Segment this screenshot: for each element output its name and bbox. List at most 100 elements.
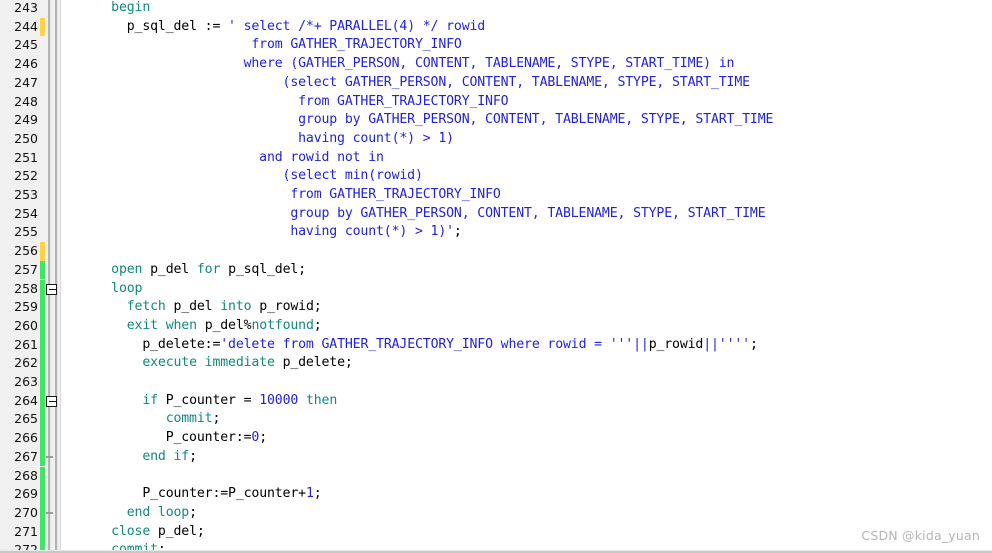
token-kw: open — [111, 261, 143, 277]
line-number: 253 — [14, 187, 38, 202]
change-bar-none — [40, 223, 45, 242]
code-line[interactable]: p_delete:='delete from GATHER_TRAJECTORY… — [61, 336, 758, 355]
change-bar-added — [40, 354, 45, 373]
code-line[interactable]: P_counter:=P_counter+1; — [61, 485, 321, 504]
gutter-row: 254 — [0, 205, 61, 224]
code-line[interactable]: and rowid not in — [61, 149, 384, 168]
change-bar-none — [40, 149, 45, 168]
change-bar-added — [40, 447, 45, 467]
gutter-row: 250 — [0, 130, 61, 149]
code-line[interactable]: from GATHER_TRAJECTORY_INFO — [61, 93, 508, 112]
code-line[interactable]: end if; — [61, 448, 197, 467]
code-line-text: exit when p_del%notfound; — [61, 318, 322, 333]
line-number: 251 — [14, 149, 38, 165]
token-kw: loop — [111, 280, 143, 296]
token-kw: end — [126, 504, 151, 520]
code-line-text: p_sql_del := ' select /*+ PARALLEL(4) */… — [61, 19, 485, 34]
line-number: 245 — [14, 37, 38, 53]
line-number: 254 — [14, 205, 38, 221]
change-bar-modified — [40, 242, 45, 261]
line-number: 262 — [14, 355, 38, 371]
code-line[interactable]: fetch p_del into p_rowid; — [61, 298, 322, 317]
code-line[interactable]: from GATHER_TRAJECTORY_INFO — [61, 186, 501, 205]
token-str: from GATHER_TRAJECTORY_INFO — [298, 93, 509, 109]
fold-collapse-icon[interactable] — [46, 395, 57, 407]
token-id: p_delete — [282, 355, 345, 371]
code-editor[interactable]: 243 244 245 246 247 248 249 250 251 252 253 254 255 2… — [0, 0, 992, 553]
change-bar-added — [40, 298, 45, 317]
token-kw: execute — [142, 355, 197, 371]
code-line-text: from GATHER_TRAJECTORY_INFO — [61, 37, 461, 52]
code-line[interactable]: if P_counter = 10000 then — [61, 392, 337, 411]
token-op: ; — [313, 317, 322, 333]
token-id: P_counter — [165, 392, 236, 408]
code-line[interactable] — [61, 467, 80, 486]
code-line[interactable]: having count(*) > 1) — [61, 130, 454, 149]
gutter-row: 271 — [0, 522, 61, 542]
token-op: := — [212, 486, 229, 502]
code-line[interactable]: (select GATHER_PERSON, CONTENT, TABLENAM… — [61, 74, 751, 93]
code-line[interactable]: from GATHER_TRAJECTORY_INFO — [61, 36, 461, 55]
gutter-row: 248 — [0, 93, 61, 112]
code-line[interactable]: open p_del for p_sql_del; — [61, 261, 306, 280]
code-line-text: P_counter:=0; — [61, 430, 267, 445]
code-line[interactable]: end loop; — [61, 504, 197, 523]
token-op: ; — [189, 504, 197, 520]
gutter-row: 267 — [0, 447, 61, 467]
token-kw: then — [305, 392, 338, 408]
code-line-text: where (GATHER_PERSON, CONTENT, TABLENAME… — [61, 56, 735, 71]
code-line[interactable] — [61, 242, 80, 261]
token-op: ; — [344, 355, 353, 371]
change-bar-none — [40, 130, 45, 149]
line-number: 261 — [14, 336, 38, 352]
code-line[interactable]: P_counter:=0; — [61, 429, 267, 448]
editor-gutter[interactable]: 243 244 245 246 247 248 249 250 251 252 253 254 255 2… — [0, 0, 61, 553]
code-line[interactable]: loop — [61, 280, 142, 299]
token-op: ; — [259, 430, 267, 446]
change-bar-none — [40, 36, 45, 55]
change-bar-added — [40, 279, 45, 299]
line-number: 258 — [14, 280, 38, 296]
token-str: having count(*) > 1)' — [290, 224, 454, 240]
change-bar-added — [40, 466, 45, 486]
token-str: ||'''' — [703, 336, 750, 352]
change-bar-added — [40, 391, 45, 411]
code-line-text: from GATHER_TRAJECTORY_INFO — [61, 187, 501, 202]
token-str: group by GATHER_PERSON, CONTENT, TABLENA… — [290, 205, 766, 221]
code-line[interactable]: exit when p_del%notfound; — [61, 317, 322, 336]
code-line[interactable]: group by GATHER_PERSON, CONTENT, TABLENA… — [61, 111, 773, 130]
code-line[interactable]: (select min(rowid) — [61, 167, 423, 186]
token-str: from GATHER_TRAJECTORY_INFO — [290, 187, 501, 202]
code-line[interactable]: commit; — [61, 410, 221, 429]
gutter-row: 244 — [0, 17, 61, 37]
token-kw: if — [173, 448, 190, 464]
line-number: 257 — [14, 261, 38, 277]
code-line-text: p_delete:='delete from GATHER_TRAJECTORY… — [61, 337, 758, 352]
code-line[interactable] — [61, 373, 80, 392]
code-line[interactable]: where (GATHER_PERSON, CONTENT, TABLENAME… — [61, 55, 735, 74]
line-number: 256 — [14, 243, 38, 259]
watermark-label: CSDN @kida_yuan — [861, 528, 980, 543]
code-area[interactable]: begin p_sql_del := ' select /*+ PARALLEL… — [61, 0, 992, 553]
code-line[interactable]: p_sql_del := ' select /*+ PARALLEL(4) */… — [61, 18, 485, 37]
code-line[interactable]: close p_del; — [61, 523, 205, 542]
code-line[interactable]: begin — [61, 0, 150, 18]
code-line[interactable]: execute immediate p_delete; — [61, 354, 353, 373]
line-number: 249 — [14, 112, 38, 128]
code-line[interactable]: having count(*) > 1)'; — [61, 223, 462, 242]
fold-collapse-icon[interactable] — [46, 283, 57, 295]
code-line[interactable]: group by GATHER_PERSON, CONTENT, TABLENA… — [61, 205, 766, 224]
token-id: p_rowid — [259, 299, 314, 315]
